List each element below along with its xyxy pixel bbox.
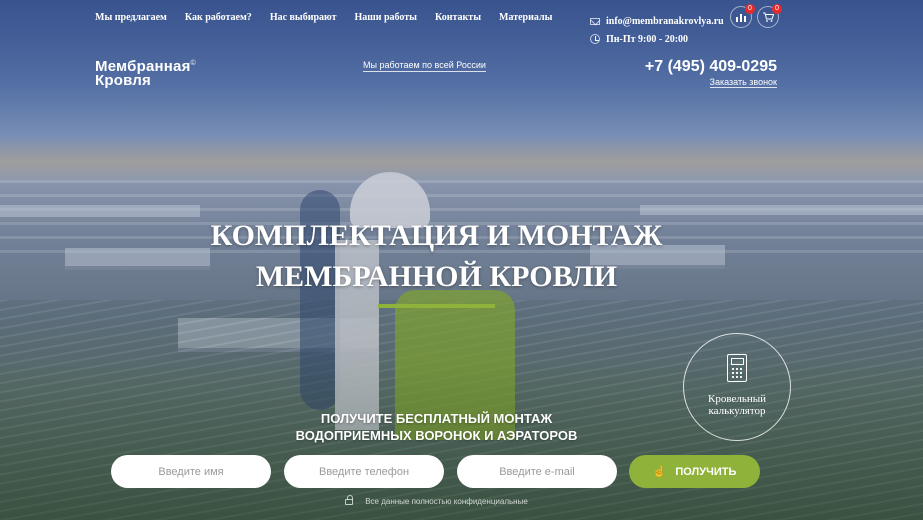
hero-title-line1: КОМПЛЕКТАЦИЯ И МОНТАЖ [210,219,663,252]
offer-line2: ВОДОПРИЕМНЫХ ВОРОНОК И АЭРАТОРОВ [295,428,578,443]
hero-title-line2: МЕМБРАННОЙ КРОВЛИ [255,260,618,293]
bar-chart-icon [736,13,746,22]
nav-item-our-works[interactable]: Наши работы [354,12,417,23]
nav-item-offer[interactable]: Мы предлагаем [95,12,167,23]
nav-item-why-us[interactable]: Нас выбирают [270,12,337,23]
compare-count-badge: 0 [745,4,755,14]
region-link[interactable]: Мы работаем по всей России [363,60,486,72]
site-logo[interactable]: Мембранная© Кровля [95,57,196,88]
nav-item-how-we-work[interactable]: Как работаем? [185,12,252,23]
logo-line2: Кровля [95,72,151,89]
submit-label: ПОЛУЧИТЬ [675,465,737,478]
title-underline [378,304,495,308]
nav-item-contacts[interactable]: Контакты [435,12,481,23]
lock-icon [345,495,354,505]
contact-info: info@membranakrovlya.ru Пн-Пт 9:00 - 20:… [590,12,724,48]
cart-icon [762,12,774,22]
email-input[interactable] [457,455,617,488]
name-input[interactable] [111,455,271,488]
offer-line1: ПОЛУЧИТЕ БЕСПЛАТНЫЙ МОНТАЖ [320,411,553,426]
working-hours: Пн-Пт 9:00 - 20:00 [606,33,689,45]
privacy-note: Все данные полностью конфиденциальные [0,495,873,506]
mail-icon [590,17,600,25]
pointer-hand-icon: ☝ [652,466,667,478]
calculator-icon [727,354,747,382]
phone-number[interactable]: +7 (495) 409-0295 [645,58,777,76]
logo-mark: © [190,60,196,67]
top-nav: Мы предлагаем Как работаем? Нас выбирают… [95,12,552,23]
hero-title: КОМПЛЕКТАЦИЯ И МОНТАЖ МЕМБРАННОЙ КРОВЛИ [0,215,873,297]
cart-count-badge: 0 [772,4,782,14]
privacy-text: Все данные полностью конфиденциальные [365,497,528,506]
callback-link[interactable]: Заказать звонок [709,77,777,88]
calculator-label-line1: Кровельный [707,393,767,405]
compare-button[interactable]: 0 [730,4,755,28]
clock-icon [590,34,600,44]
phone-input[interactable] [284,455,444,488]
submit-button[interactable]: ☝ ПОЛУЧИТЬ [629,455,760,488]
nav-item-materials[interactable]: Материалы [499,12,552,23]
cart-button[interactable]: 0 [757,4,782,28]
email-link[interactable]: info@membranakrovlya.ru [606,16,724,27]
offer-heading: ПОЛУЧИТЕ БЕСПЛАТНЫЙ МОНТАЖ ВОДОПРИЕМНЫХ … [0,410,873,444]
